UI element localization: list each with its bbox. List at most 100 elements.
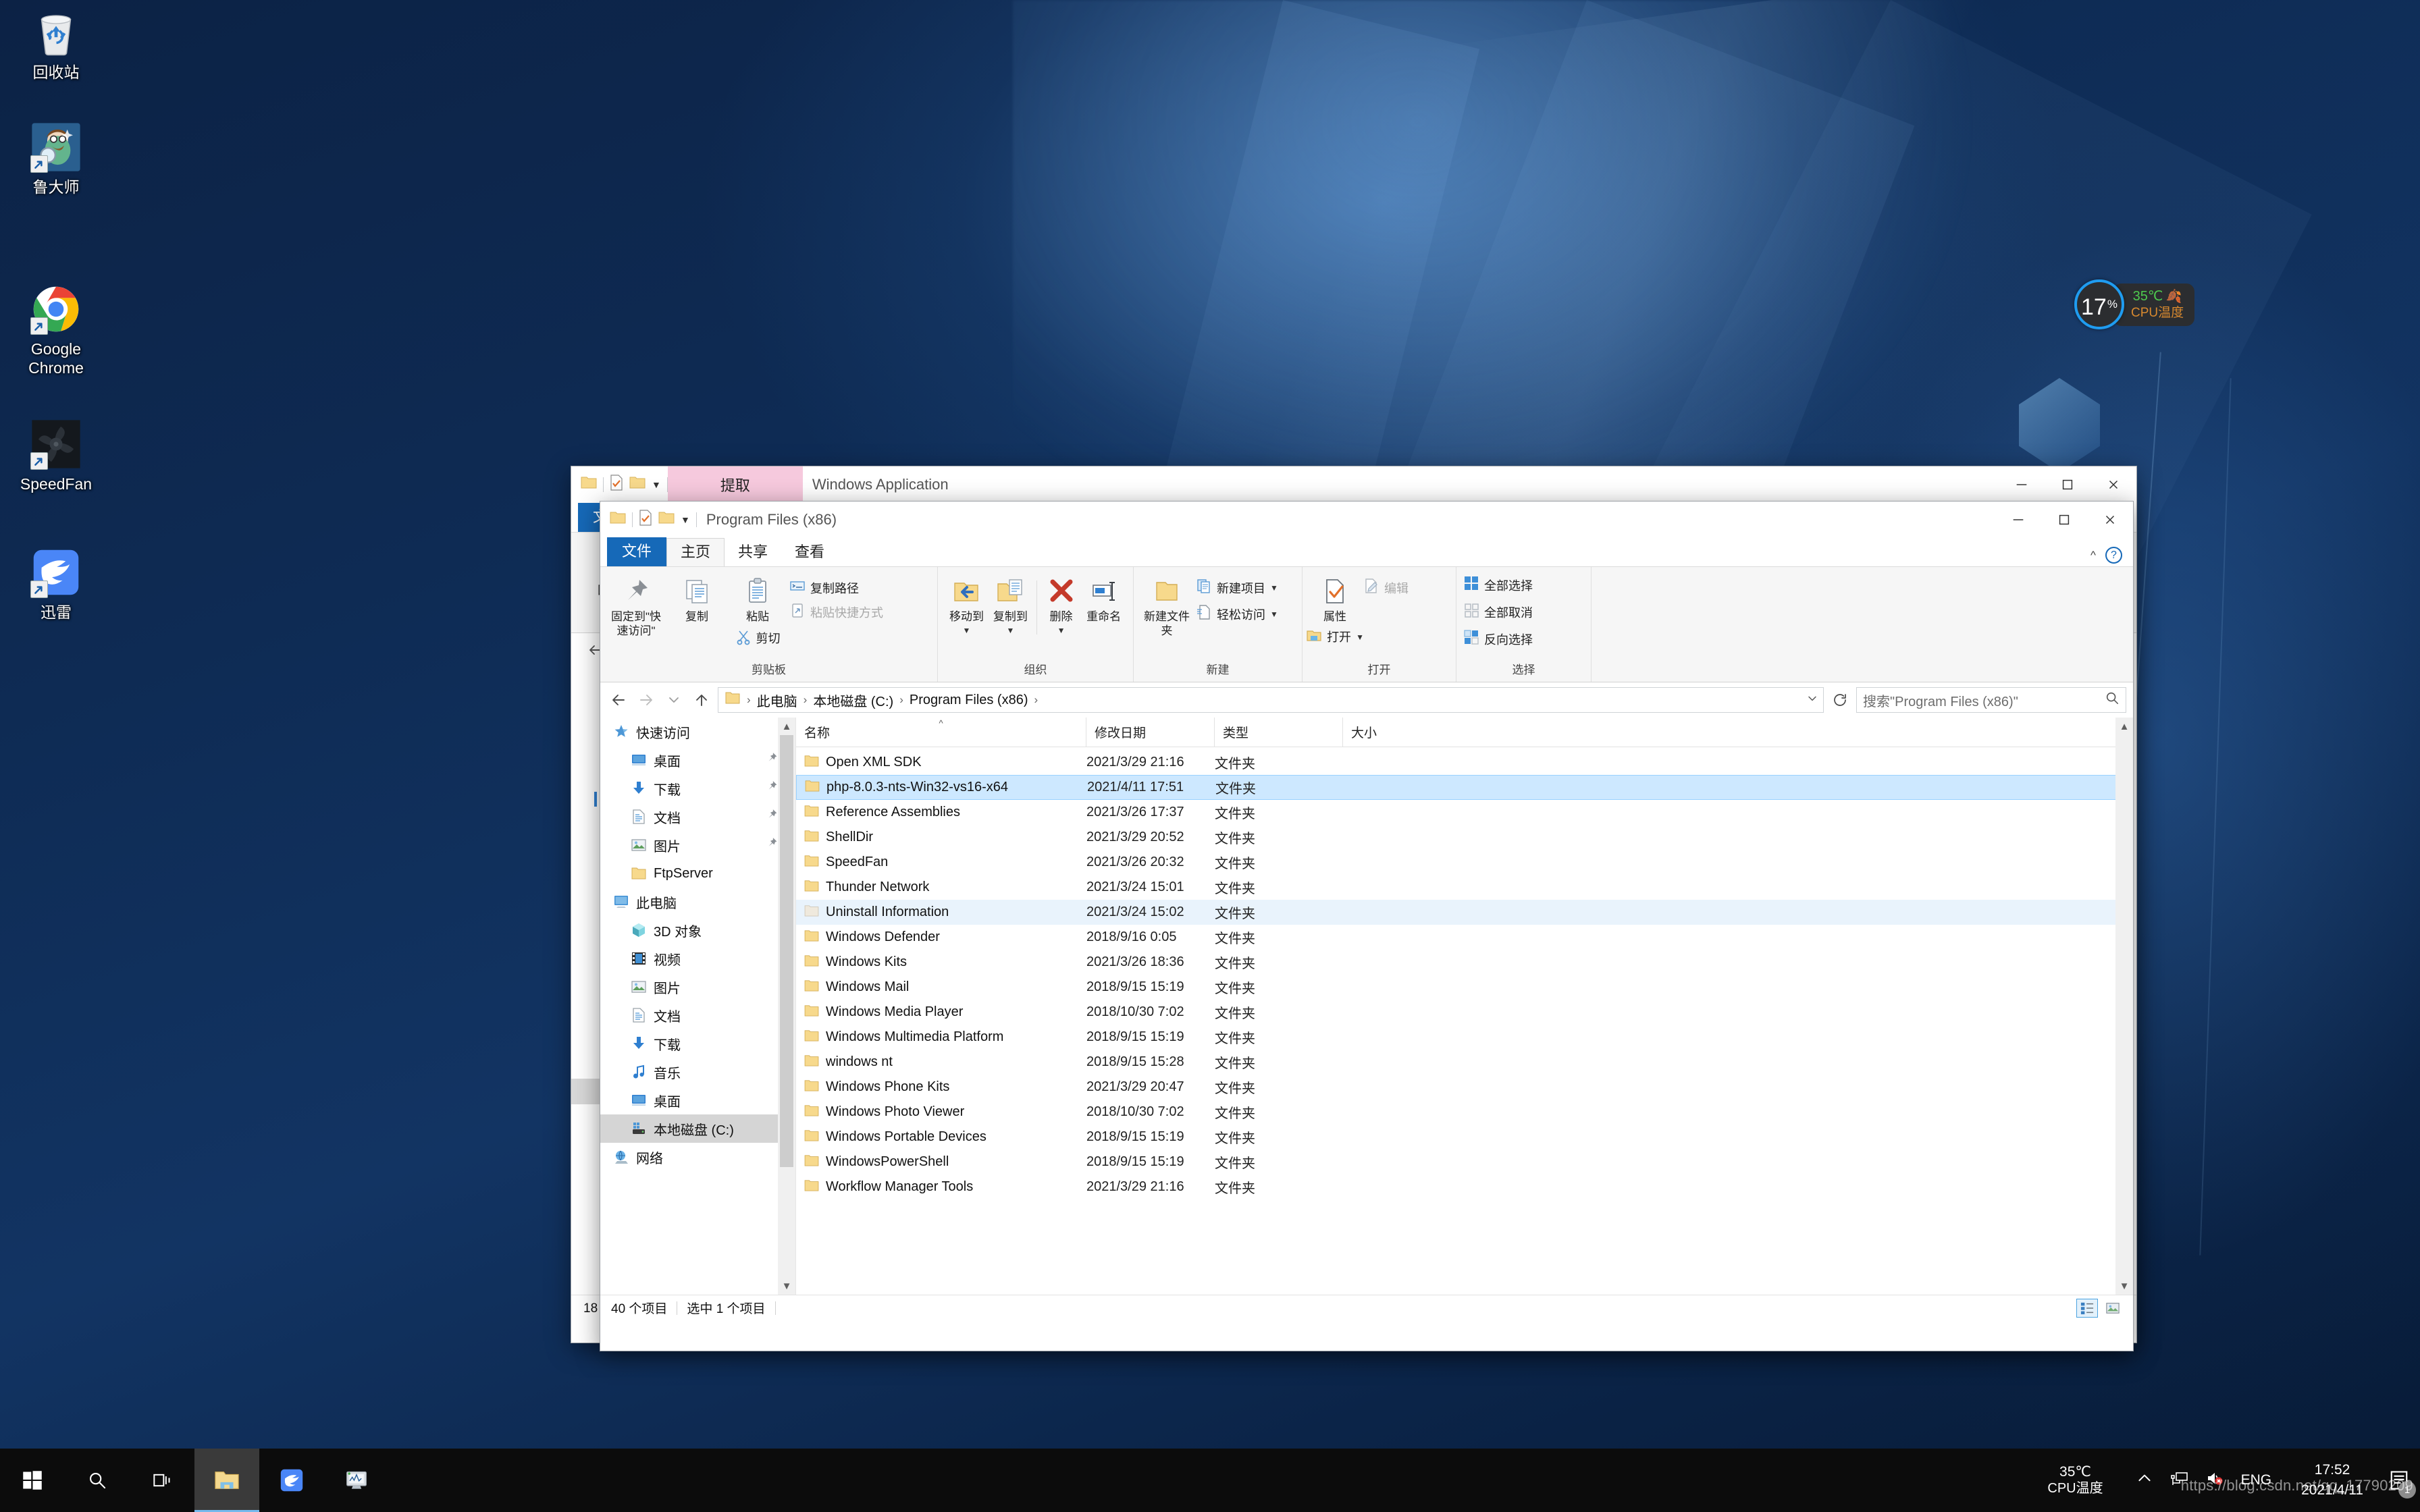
maximize-button[interactable] (2045, 466, 2090, 502)
tab-view[interactable]: 查看 (781, 539, 838, 566)
pin-icon[interactable] (765, 837, 778, 854)
address-bar[interactable]: › 此电脑 › 本地磁盘 (C:) › Program Files (x86) … (718, 687, 1824, 713)
column-header-name[interactable]: ^ 名称 (796, 718, 1086, 747)
help-icon[interactable]: ? (2105, 547, 2122, 564)
nav-item-[interactable]: 文档 (600, 1001, 795, 1029)
move-to-button[interactable]: 移动到 ▼ (945, 571, 989, 638)
file-row[interactable]: php-8.0.3-nts-Win32-vs16-x64 2021/4/11 17… (796, 775, 2133, 800)
new-item-button[interactable]: 新建项目 ▼ (1196, 578, 1278, 597)
maximize-button[interactable] (2041, 502, 2087, 537)
refresh-icon[interactable] (1829, 688, 1851, 711)
nav-item-[interactable]: 图片 (600, 973, 795, 1001)
taskbar-speedfan-button[interactable] (324, 1449, 389, 1512)
desktop-icon-ludashi[interactable]: 鲁大师 (5, 122, 107, 196)
copy-path-button[interactable]: 复制路径 (789, 578, 883, 597)
move-to-caret-icon[interactable]: ▼ (963, 624, 971, 638)
taskbar-clock[interactable]: 17:52 2021/4/11 (2286, 1460, 2378, 1501)
nav-item-[interactable]: 网络 (600, 1143, 795, 1171)
file-row[interactable]: Windows Portable Devices 2018/9/15 15:19 文… (796, 1125, 2133, 1150)
taskbar-file-explorer-button[interactable] (194, 1449, 259, 1512)
background-window-titlebar[interactable]: ▼ 提取 Windows Application (571, 466, 2136, 503)
column-header-size[interactable]: 大小 (1343, 718, 1438, 747)
select-none-button[interactable]: 全部取消 (1463, 602, 1533, 622)
nav-item-[interactable]: 音乐 (600, 1058, 795, 1086)
pin-icon[interactable] (765, 809, 778, 826)
nav-item-[interactable]: 快速访问 (600, 718, 795, 746)
background-contextual-tab[interactable]: 提取 (667, 466, 803, 502)
scroll-down-icon[interactable]: ▼ (782, 1277, 792, 1295)
back-arrow-icon[interactable] (607, 688, 630, 711)
invert-selection-button[interactable]: 反向选择 (1463, 629, 1533, 649)
navigation-items[interactable]: 快速访问 桌面 下载 文档 图片 FtpServer 此电脑 3D 对象 视频 图片 文档 下载 音乐桌… (600, 718, 795, 1171)
cut-button[interactable]: 剪切 (735, 629, 781, 649)
nav-item-[interactable]: 文档 (600, 803, 795, 831)
file-row[interactable]: windows nt 2018/9/15 15:28 文件夹 (796, 1050, 2133, 1075)
file-list-pane[interactable]: ^ 名称 修改日期 类型 大小 Open XML SDK 2021/3/29 21… (796, 718, 2133, 1295)
breadcrumb-local-disk[interactable]: 本地磁盘 (C:) (811, 691, 895, 710)
properties-icon[interactable] (610, 475, 623, 494)
nav-item-3d[interactable]: 3D 对象 (600, 916, 795, 944)
pin-to-quick-access-button[interactable]: 固定到"快速访问" (607, 571, 665, 638)
nav-item-ftpserver[interactable]: FtpServer (600, 859, 795, 888)
column-header-type[interactable]: 类型 (1215, 718, 1343, 747)
customize-chevron-icon[interactable]: ▼ (681, 514, 690, 525)
breadcrumb-program-files[interactable]: Program Files (x86) (908, 693, 1030, 708)
close-button[interactable] (2090, 466, 2136, 502)
file-row[interactable]: Windows Media Player 2018/10/30 7:02 文件夹 (796, 1000, 2133, 1025)
start-button[interactable] (0, 1449, 65, 1512)
nav-item-[interactable]: 视频 (600, 944, 795, 973)
pin-icon[interactable] (765, 780, 778, 797)
file-row[interactable]: SpeedFan 2021/3/26 20:32 文件夹 (796, 850, 2133, 875)
notification-center-button[interactable]: 1 (2378, 1449, 2420, 1512)
new-folder-icon[interactable] (658, 510, 675, 529)
column-headers[interactable]: ^ 名称 修改日期 类型 大小 (796, 718, 2133, 747)
explorer-titlebar[interactable]: ▼ Program Files (x86) (600, 502, 2133, 538)
new-folder-button[interactable]: 新建文件夹 (1140, 571, 1193, 638)
view-toggle-group[interactable] (2076, 1298, 2133, 1318)
list-scroll-up-icon[interactable]: ▲ (2115, 718, 2133, 735)
delete-caret-icon[interactable]: ▼ (1057, 624, 1066, 638)
address-bar-right[interactable] (1806, 691, 1819, 709)
easy-access-caret-icon[interactable]: ▼ (1270, 610, 1278, 619)
file-row[interactable]: Windows Kits 2021/3/26 18:36 文件夹 (796, 950, 2133, 975)
taskbar-right[interactable]: 35℃ CPU温度 ENG 17:52 2021/4/11 1 (2030, 1449, 2420, 1512)
copy-to-caret-icon[interactable]: ▼ (1006, 624, 1014, 638)
search-input[interactable]: 搜索"Program Files (x86)" (1856, 687, 2126, 713)
file-row[interactable]: ShellDir 2021/3/29 20:52 文件夹 (796, 825, 2133, 850)
file-list[interactable]: Open XML SDK 2021/3/29 21:16 文件夹 php-8.0.3-… (796, 747, 2133, 1199)
up-arrow-icon[interactable] (690, 688, 713, 711)
forward-arrow-icon[interactable] (635, 688, 658, 711)
background-window-controls[interactable] (1999, 466, 2136, 502)
file-row[interactable]: Workflow Manager Tools 2021/3/29 21:16 文件夹 (796, 1174, 2133, 1199)
desktop-icon-chrome[interactable]: Google Chrome (5, 284, 107, 377)
edit-button[interactable]: 编辑 (1363, 578, 1409, 597)
tab-file[interactable]: 文件 (607, 537, 667, 566)
desktop-icon-thunder[interactable]: 迅雷 (5, 547, 107, 622)
tab-share[interactable]: 共享 (725, 539, 781, 566)
file-row[interactable]: Windows Multimedia Platform 2018/9/15 15:… (796, 1025, 2133, 1050)
file-explorer-window[interactable]: ▼ Program Files (x86) 文件 主页 共享 查看 ^ ? 固定… (600, 501, 2134, 1351)
file-row[interactable]: Thunder Network 2021/3/24 15:01 文件夹 (796, 875, 2133, 900)
nav-item-c[interactable]: 本地磁盘 (C:) (600, 1114, 795, 1143)
ribbon[interactable]: 固定到"快速访问" 复制 粘贴 剪切 复制路径 粘贴快捷方式 剪贴板 移动到 ▼… (600, 566, 2133, 682)
taskbar-thunder-button[interactable] (259, 1449, 324, 1512)
tray-chevron-up-icon[interactable] (2136, 1469, 2153, 1491)
file-row[interactable]: Windows Mail 2018/9/15 15:19 文件夹 (796, 975, 2133, 1000)
nav-item-[interactable]: 图片 (600, 831, 795, 859)
file-row[interactable]: Reference Assemblies 2021/3/26 17:37 文件夹 (796, 800, 2133, 825)
recent-chevron-icon[interactable] (662, 688, 685, 711)
language-indicator[interactable]: ENG (2241, 1472, 2272, 1488)
address-row[interactable]: › 此电脑 › 本地磁盘 (C:) › Program Files (x86) … (600, 682, 2133, 718)
file-row[interactable]: Uninstall Information 2021/3/24 15:02 文件夹 (796, 900, 2133, 925)
ribbon-tabstrip[interactable]: 文件 主页 共享 查看 ^ ? (600, 537, 2133, 566)
quick-access-toolbar[interactable]: ▼ (600, 502, 697, 537)
breadcrumb-this-pc[interactable]: 此电脑 (755, 691, 799, 710)
list-scroll-down-icon[interactable]: ▼ (2115, 1277, 2133, 1295)
open-button[interactable]: 打开 ▼ (1306, 628, 1364, 647)
easy-access-button[interactable]: 轻松访问 ▼ (1196, 604, 1278, 624)
collapse-ribbon-icon[interactable]: ^ (2090, 549, 2096, 562)
file-list-scrollbar[interactable]: ▲ ▼ (2115, 718, 2133, 1295)
search-icon[interactable] (2105, 691, 2120, 709)
paste-button[interactable]: 粘贴 剪切 (729, 571, 787, 649)
taskbar[interactable]: 35℃ CPU温度 ENG 17:52 2021/4/11 1 (0, 1449, 2420, 1512)
